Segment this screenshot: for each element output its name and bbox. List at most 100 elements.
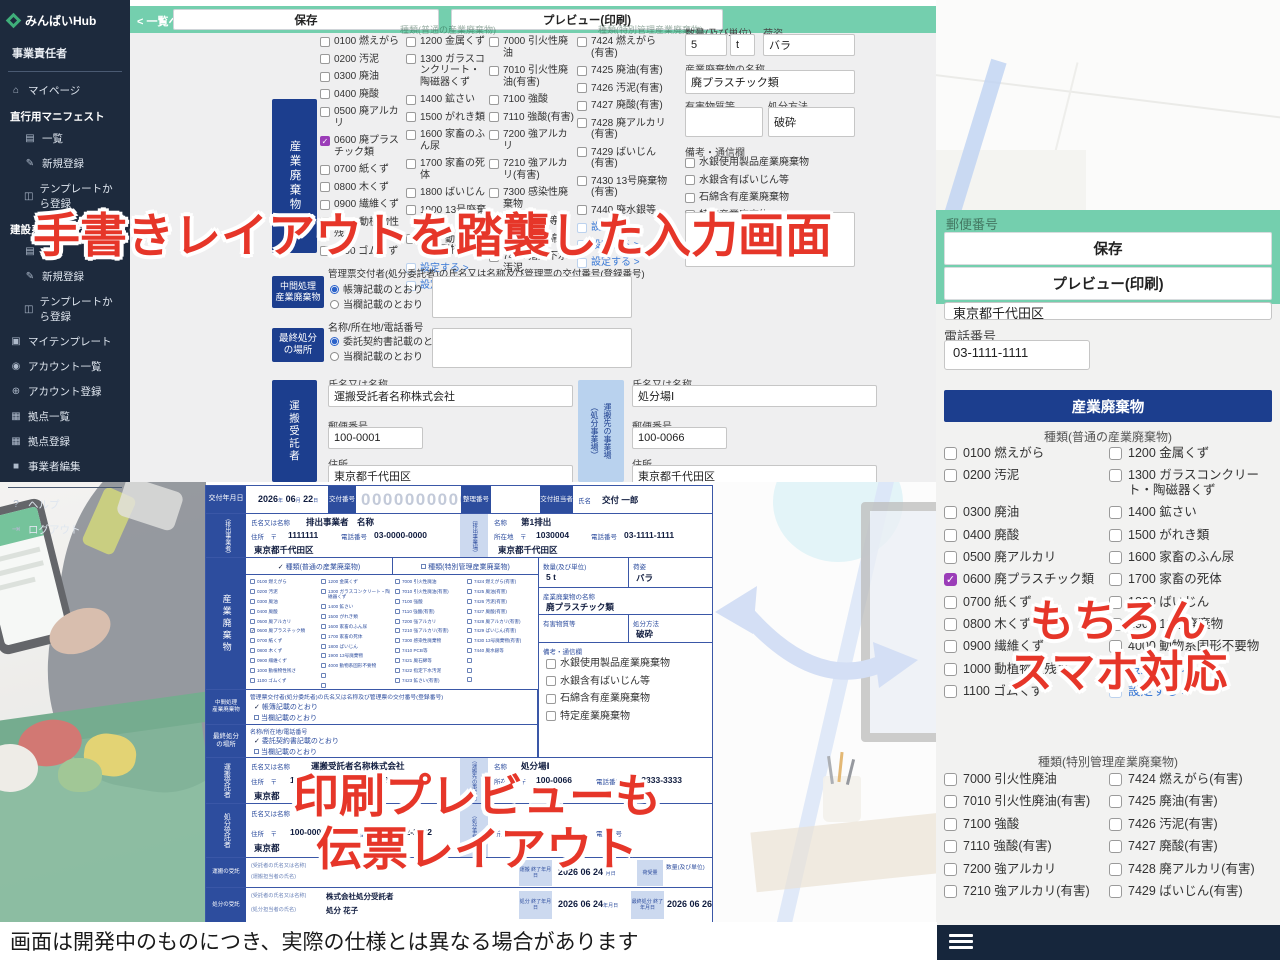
sidebar-item-テンプレートから登録[interactable]: ◫テンプレートから登録: [8, 289, 122, 329]
checkbox-icon[interactable]: [489, 159, 499, 169]
checkbox-icon[interactable]: [944, 685, 957, 698]
checkbox-icon[interactable]: [546, 659, 556, 669]
checkbox-icon[interactable]: [944, 551, 957, 564]
waste-type-checkbox[interactable]: 0800 木くず: [320, 182, 404, 194]
checked-checkbox-icon[interactable]: ✓: [944, 573, 957, 586]
checkbox-icon[interactable]: [944, 885, 957, 898]
checkbox-icon[interactable]: [395, 599, 400, 604]
waste-type-checkbox[interactable]: 7010 引火性廃油(有害): [944, 794, 1109, 808]
checkbox-icon[interactable]: [1109, 863, 1122, 876]
sidebar-item-一覧[interactable]: ▤一覧: [8, 126, 122, 151]
waste-type-checkbox[interactable]: 0300 廃油: [320, 71, 404, 83]
waste-type-checkbox[interactable]: 0900 繊維くず: [250, 658, 320, 663]
checkbox-icon[interactable]: [489, 66, 499, 76]
sidebar-item-ヘルプ[interactable]: ?ヘルプ: [8, 492, 122, 517]
waste-type-checkbox[interactable]: 0200 汚泥: [250, 589, 320, 594]
checkbox-icon[interactable]: [395, 668, 400, 673]
checkbox-icon[interactable]: [321, 683, 326, 688]
settings-link[interactable]: [321, 683, 391, 688]
waste-type-checkbox[interactable]: 1200 金属くず: [321, 579, 391, 584]
checkbox-icon[interactable]: [1109, 551, 1122, 564]
checkbox-icon[interactable]: [546, 676, 556, 686]
checkbox-icon[interactable]: [321, 589, 326, 594]
sidebar-item-マイテンプレート[interactable]: ▣マイテンプレート: [8, 329, 122, 354]
checkbox-icon[interactable]: [406, 159, 416, 169]
transporter-addr-input[interactable]: 東京都千代田区: [328, 465, 573, 482]
waste-type-checkbox[interactable]: 7427 廃酸(有害): [577, 100, 669, 112]
checkbox-icon[interactable]: [685, 193, 695, 203]
transporter-zip-input[interactable]: 100-0001: [328, 427, 423, 449]
waste-type-checkbox[interactable]: 水銀使用製品産業廃棄物: [546, 658, 711, 670]
settings-link[interactable]: [467, 658, 537, 663]
waste-type-checkbox[interactable]: 7000 引火性廃油: [489, 36, 575, 59]
waste-type-checkbox[interactable]: 7200 強アルカリ: [944, 862, 1109, 876]
checkbox-icon[interactable]: [1109, 469, 1122, 482]
checkbox-icon[interactable]: [546, 711, 556, 721]
checkbox-icon[interactable]: [944, 618, 957, 631]
waste-type-checkbox[interactable]: 7300 感染性廃棄物: [489, 187, 575, 210]
checkbox-icon[interactable]: [1109, 773, 1122, 786]
checkbox-icon[interactable]: [321, 644, 326, 649]
waste-type-checkbox[interactable]: 水銀含有ばいじん等: [546, 676, 711, 688]
waste-type-checkbox[interactable]: 7425 廃油(有害): [1109, 794, 1274, 808]
checkbox-icon[interactable]: [395, 589, 400, 594]
checkbox-icon[interactable]: [406, 54, 416, 64]
checkbox-icon[interactable]: [944, 773, 957, 786]
waste-type-checkbox[interactable]: 水銀含有ばいじん等: [685, 175, 860, 187]
checkbox-icon[interactable]: [489, 37, 499, 47]
waste-type-checkbox[interactable]: 0500 廃アルカリ: [250, 619, 320, 624]
checkbox-icon[interactable]: [395, 619, 400, 624]
waste-type-checkbox[interactable]: 7426 汚泥(有害): [467, 599, 537, 604]
checkbox-icon[interactable]: [320, 89, 330, 99]
waste-type-checkbox[interactable]: 1100 ゴムくず: [250, 678, 320, 683]
checkbox-icon[interactable]: [395, 579, 400, 584]
waste-type-checkbox[interactable]: 1400 鉱さい: [321, 604, 391, 609]
waste-type-checkbox[interactable]: 7000 引火性廃油: [944, 772, 1109, 786]
waste-type-checkbox[interactable]: 7429 ばいじん(有害): [467, 628, 537, 633]
checkbox-icon[interactable]: [467, 628, 472, 633]
checkbox-icon[interactable]: [406, 95, 416, 105]
waste-type-checkbox[interactable]: 4000 動物系固形不要物: [321, 663, 391, 668]
waste-type-checkbox[interactable]: 7300 感染性廃棄物: [395, 638, 465, 643]
waste-type-checkbox[interactable]: 1300 ガラスコンクリート・陶磁器くず: [1109, 468, 1274, 497]
waste-type-checkbox[interactable]: 7428 廃アルカリ(有害): [577, 118, 669, 141]
checkbox-icon[interactable]: [321, 579, 326, 584]
checkbox-icon[interactable]: [467, 648, 472, 653]
final-place-textarea[interactable]: [432, 328, 632, 368]
waste-type-checkbox[interactable]: 0100 燃えがら: [250, 579, 320, 584]
checkbox-icon[interactable]: [395, 678, 400, 683]
checkbox-icon[interactable]: [1109, 529, 1122, 542]
sidebar-item-拠点一覧[interactable]: ▦拠点一覧: [8, 404, 122, 429]
waste-type-checkbox[interactable]: 7430 13号廃棄物(有害): [577, 176, 669, 199]
waste-type-checkbox[interactable]: 7100 強酸: [944, 817, 1109, 831]
checkbox-icon[interactable]: [467, 638, 472, 643]
checkbox-icon[interactable]: [321, 634, 326, 639]
waste-type-checkbox[interactable]: ✓0600 廃プラスチック類: [320, 135, 404, 158]
waste-name-input[interactable]: 廃プラスチック類: [685, 70, 855, 94]
checkbox-icon[interactable]: [685, 158, 695, 168]
waste-type-checkbox[interactable]: 7440 廃水銀等: [467, 648, 537, 653]
transporter-name-input[interactable]: 運搬受託者名称株式会社: [328, 385, 573, 407]
waste-type-checkbox[interactable]: 7428 廃アルカリ(有害): [1109, 862, 1274, 876]
waste-type-checkbox[interactable]: 1700 家畜の死体: [1109, 572, 1274, 586]
checkbox-icon[interactable]: [577, 147, 587, 157]
checkbox-icon[interactable]: [467, 579, 472, 584]
waste-type-checkbox[interactable]: 7100 強酸: [395, 599, 465, 604]
waste-type-checkbox[interactable]: 1700 家畜の死体: [321, 634, 391, 639]
checkbox-icon[interactable]: [467, 619, 472, 624]
checkbox-icon[interactable]: [250, 599, 255, 604]
waste-type-checkbox[interactable]: 7210 強アルカリ(有害): [944, 884, 1109, 898]
destination-addr-input[interactable]: 東京都千代田区: [632, 465, 877, 482]
checkbox-icon[interactable]: [250, 658, 255, 663]
waste-type-checkbox[interactable]: 7425 廃油(有害): [577, 65, 669, 77]
waste-type-checkbox[interactable]: 1800 ばいじん: [321, 644, 391, 649]
packing-input[interactable]: バラ: [763, 34, 855, 56]
checkbox-icon[interactable]: [944, 640, 957, 653]
waste-type-checkbox[interactable]: 1500 がれき類: [406, 112, 487, 124]
checkbox-icon[interactable]: [467, 609, 472, 614]
checkbox-icon[interactable]: [250, 609, 255, 614]
checkbox-icon[interactable]: [250, 648, 255, 653]
destination-name-input[interactable]: 処分場Ⅰ: [632, 385, 877, 407]
waste-type-checkbox[interactable]: 7000 引火性廃油: [395, 579, 465, 584]
method-input[interactable]: 破砕: [768, 107, 855, 137]
